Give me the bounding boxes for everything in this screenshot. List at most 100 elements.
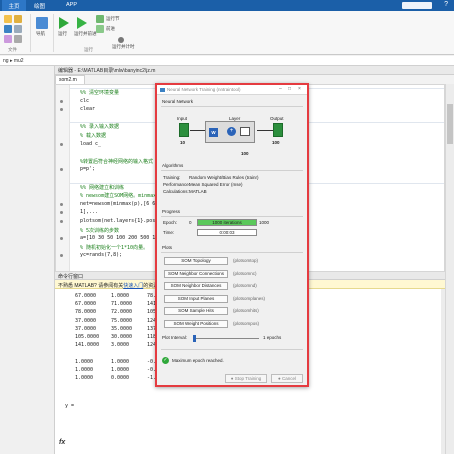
help-icon[interactable]: ? bbox=[444, 1, 448, 8]
output-cell: 3.0000 bbox=[111, 342, 130, 349]
input-size: 10 bbox=[180, 140, 186, 145]
plot-button[interactable]: SOM Input Planes bbox=[164, 294, 228, 303]
cancel-button[interactable]: ● Cancel bbox=[271, 374, 303, 383]
algorithm-key: Performance: bbox=[163, 182, 191, 187]
breakpoint-marker-icon[interactable] bbox=[60, 142, 63, 146]
input-label: Input bbox=[177, 116, 188, 121]
ribbon-separator bbox=[30, 14, 31, 52]
plot-command: (plotsomnd) bbox=[233, 283, 257, 288]
code-line[interactable]: %% 清空环境变量 bbox=[80, 89, 119, 96]
run-section-icon[interactable] bbox=[96, 15, 104, 23]
plot-button[interactable]: SOM Topology bbox=[164, 257, 228, 265]
code-line[interactable]: clear bbox=[80, 106, 95, 112]
command-scrollbar[interactable] bbox=[441, 289, 445, 454]
section-divider bbox=[161, 106, 303, 107]
plot-interval-value: 1 epochs bbox=[263, 335, 282, 340]
algorithm-key: Training: bbox=[163, 175, 181, 180]
plot-button[interactable]: SOM Sample Hits bbox=[164, 307, 228, 315]
run-icon[interactable] bbox=[59, 17, 69, 29]
output-cell: 72.0000 bbox=[111, 309, 133, 316]
dialog-title-bar[interactable]: Neural Network Training (nntraintool) bbox=[157, 85, 307, 95]
plot-command: (plotsomnc) bbox=[233, 270, 257, 276]
transfer-function-icon bbox=[240, 127, 250, 136]
code-line[interactable]: load c_ bbox=[80, 141, 101, 147]
code-line[interactable]: %转置后符合神经网络的输入格式 bbox=[80, 158, 153, 165]
section-divider bbox=[161, 216, 303, 217]
run-section-label[interactable]: 运行节 bbox=[106, 16, 120, 22]
code-line[interactable]: p=p'; bbox=[80, 166, 95, 172]
code-line[interactable]: clc bbox=[80, 98, 89, 104]
code-line[interactable]: net=newsom(minmax(p),[6 6]); bbox=[80, 201, 164, 207]
plot-command: (plotsomtop) bbox=[233, 258, 259, 263]
command-prompt-fx-icon[interactable]: fx bbox=[59, 439, 65, 446]
maximize-icon[interactable]: □ bbox=[288, 86, 291, 92]
run-time-label[interactable]: 运行并计时 bbox=[112, 44, 135, 50]
stop-training-button[interactable]: ● Stop Training bbox=[225, 374, 267, 383]
open-file-icon[interactable] bbox=[14, 15, 22, 23]
plot-interval-slider-thumb[interactable] bbox=[193, 335, 196, 342]
breakpoint-marker-icon[interactable] bbox=[60, 99, 63, 103]
find-files-icon[interactable] bbox=[14, 25, 22, 33]
code-line[interactable]: % 载入数据 bbox=[80, 132, 106, 139]
compare-icon[interactable] bbox=[4, 35, 12, 43]
run-advance-button-label[interactable]: 运行并前进 bbox=[74, 31, 97, 37]
line-number-gutter[interactable] bbox=[56, 85, 70, 271]
ribbon-separator bbox=[53, 14, 54, 52]
layer-size: 100 bbox=[241, 151, 249, 156]
output-cell: 78.0000 bbox=[75, 309, 97, 316]
code-line[interactable]: % 随机初始化一个1*10向量。 bbox=[80, 244, 148, 251]
section-divider bbox=[161, 252, 303, 253]
matlab-logo-icon bbox=[160, 88, 165, 92]
output-cell: 1.0000 bbox=[111, 358, 130, 365]
scrollbar-thumb[interactable] bbox=[447, 104, 453, 144]
ribbon-toolbar: 文件 导航 运行 运行并前进 运行节 前进 运行并计时 运行 bbox=[0, 11, 454, 55]
code-line[interactable]: %% 网络建立和训练 bbox=[80, 184, 124, 191]
output-cell: 37.0000 bbox=[75, 325, 97, 332]
editor-title-bar: 编辑器 - E:\MATLAB目录\mlw\banyinc2\jz.m bbox=[55, 66, 454, 75]
editor-tab-som2[interactable]: som2.m bbox=[55, 75, 85, 84]
algorithm-row: Calculations:MATLAB bbox=[163, 189, 207, 194]
new-file-icon[interactable] bbox=[4, 15, 12, 23]
plot-button[interactable]: SOM Weight Positions bbox=[164, 319, 228, 328]
group-file-label: 文件 bbox=[8, 47, 17, 52]
current-folder-path[interactable]: ng ▸ mu2 bbox=[0, 56, 454, 66]
plot-button[interactable]: SOM Neighbor Connections bbox=[164, 269, 228, 278]
plot-interval-slider[interactable] bbox=[193, 335, 259, 342]
close-icon[interactable]: × bbox=[298, 86, 301, 92]
epoch-label: Epoch: bbox=[163, 220, 178, 225]
code-line[interactable]: %% 录入输入数据 bbox=[80, 123, 119, 130]
breakpoint-marker-icon[interactable] bbox=[60, 202, 63, 206]
epoch-progress-bar: 1000 iterations bbox=[197, 219, 257, 226]
navigate-label: 导航 bbox=[36, 31, 45, 36]
plot-command: (plotsomhits) bbox=[233, 308, 259, 313]
code-line[interactable]: % 5次训练的步数 bbox=[80, 227, 119, 234]
time-label: Time: bbox=[163, 230, 175, 235]
output-cell: 71.0000 bbox=[111, 301, 133, 308]
tab-home[interactable]: 主页 bbox=[2, 0, 26, 11]
epoch-max: 1000 bbox=[259, 220, 270, 225]
plot-button[interactable]: SOM Neighbor Distances bbox=[164, 282, 228, 290]
minimize-icon[interactable]: – bbox=[279, 86, 282, 92]
save-icon[interactable] bbox=[4, 25, 12, 33]
run-time-icon[interactable] bbox=[118, 37, 124, 43]
navigate-icon[interactable] bbox=[36, 17, 48, 29]
run-button-label[interactable]: 运行 bbox=[58, 31, 67, 37]
checkmark-icon: ✓ bbox=[162, 357, 169, 364]
tab-apps[interactable]: APP bbox=[66, 2, 77, 8]
nntraintool-dialog: Neural Network Training (nntraintool) – … bbox=[155, 83, 309, 387]
code-line[interactable]: 1],... bbox=[80, 209, 98, 215]
vertical-scrollbar[interactable] bbox=[445, 84, 454, 454]
plots-heading: Plots bbox=[162, 245, 173, 250]
advance-icon[interactable] bbox=[96, 25, 104, 33]
stop-training-label: Stop Training bbox=[234, 376, 262, 381]
search-documentation-input[interactable] bbox=[402, 2, 432, 9]
output-cell: 141.0000 bbox=[75, 342, 100, 349]
run-advance-icon[interactable] bbox=[77, 17, 87, 29]
output-line: y = bbox=[65, 403, 75, 410]
tab-plots[interactable]: 绘图 bbox=[34, 2, 45, 10]
code-line[interactable]: yc=rands(7,8); bbox=[80, 252, 122, 258]
breakpoint-marker-icon[interactable] bbox=[60, 220, 63, 223]
advance-label[interactable]: 前进 bbox=[106, 26, 115, 32]
plot-command: (plotsomplanes) bbox=[233, 295, 266, 301]
print-icon[interactable] bbox=[14, 35, 22, 43]
